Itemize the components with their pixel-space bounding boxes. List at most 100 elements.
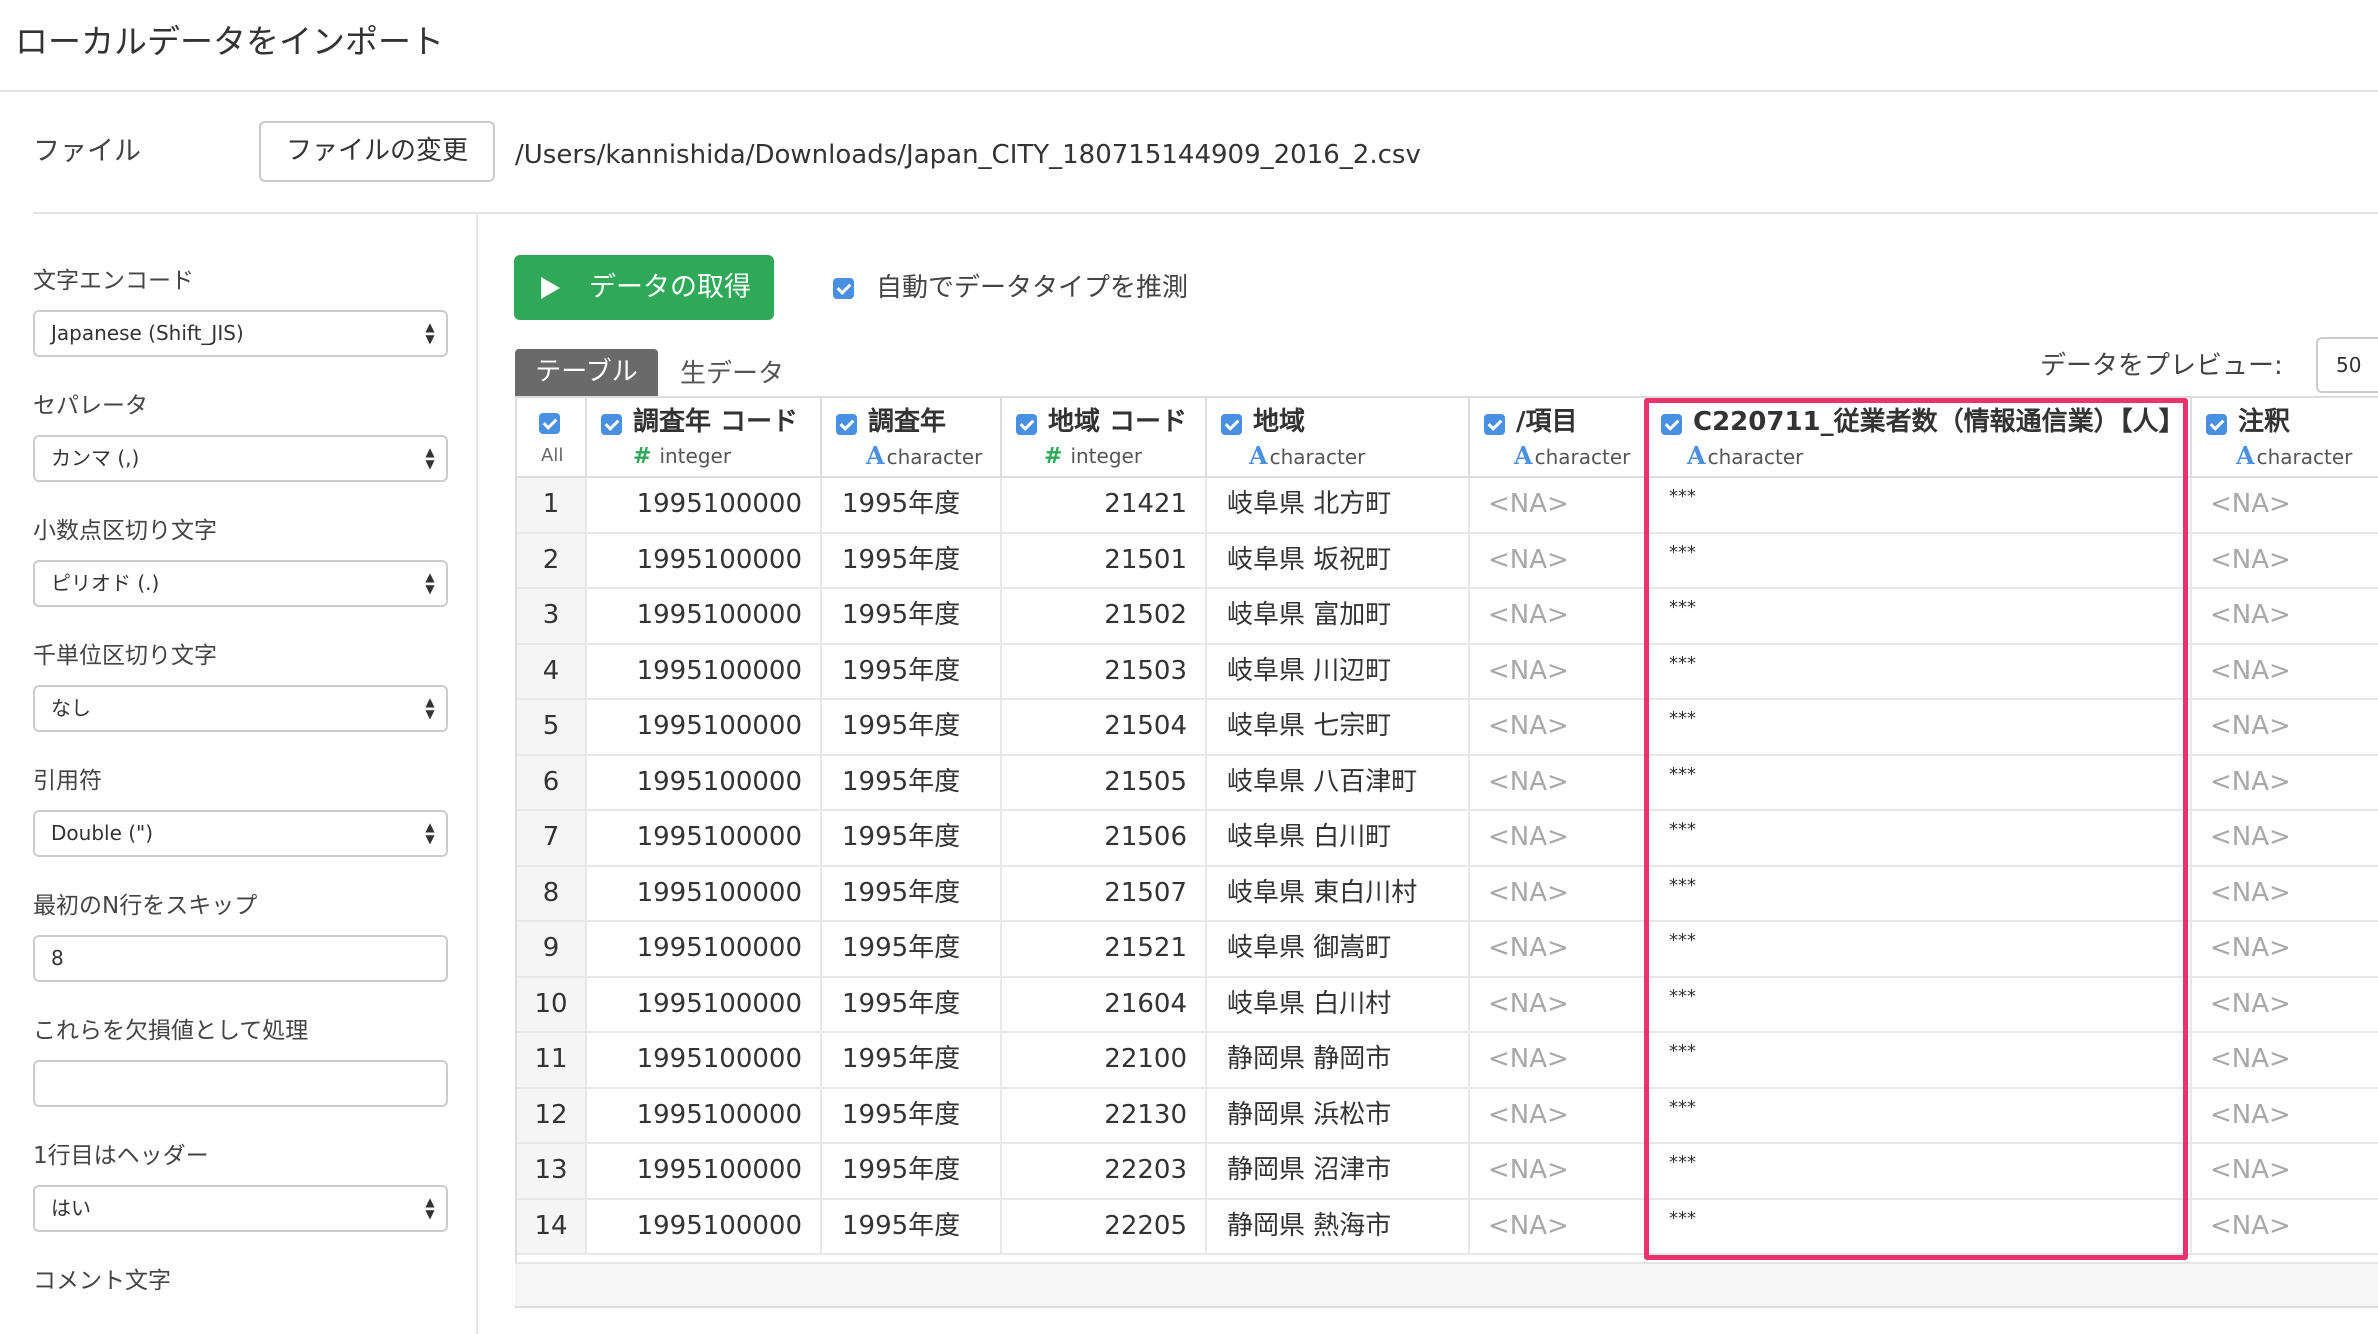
table-cell: 1995年度 xyxy=(822,1144,1002,1198)
table-cell: <NA> xyxy=(2192,867,2378,921)
table-cell: 1995年度 xyxy=(822,533,1002,587)
auto-guess-label: 自動でデータタイプを推測 xyxy=(876,273,1189,303)
table-cell: <NA> xyxy=(1470,1144,1647,1198)
auto-guess-checkbox[interactable] xyxy=(833,278,854,299)
table-row: 3 1995100000 1995年度 21502 岐阜県 富加町 <NA> *… xyxy=(517,589,2378,645)
table-cell: *** xyxy=(1647,1144,2192,1198)
table-row: 7 1995100000 1995年度 21506 岐阜県 白川町 <NA> *… xyxy=(517,811,2378,867)
table-cell: 1995年度 xyxy=(822,700,1002,754)
table-row: 13 1995100000 1995年度 22203 静岡県 沼津市 <NA> … xyxy=(517,1144,2378,1200)
table-cell: <NA> xyxy=(1470,533,1647,587)
column-checkbox[interactable] xyxy=(601,414,622,435)
quote-select[interactable]: Double (") ▲ ▼ xyxy=(33,810,448,857)
na-values-field: これらを欠損値として処理 xyxy=(33,1015,448,1107)
na-values-input[interactable] xyxy=(33,1060,448,1107)
change-file-button[interactable]: ファイルの変更 xyxy=(259,121,495,182)
column-header: /項目 Acharacter xyxy=(1470,398,1647,476)
table-cell: <NA> xyxy=(2192,1200,2378,1254)
title-divider xyxy=(0,90,2378,92)
column-name: 地域 xyxy=(1253,407,1306,437)
table-cell: 1995100000 xyxy=(587,755,822,809)
table-row: 2 1995100000 1995年度 21501 岐阜県 坂祝町 <NA> *… xyxy=(517,533,2378,589)
table-row: 4 1995100000 1995年度 21503 岐阜県 川辺町 <NA> *… xyxy=(517,644,2378,700)
row-number: 5 xyxy=(517,700,587,754)
column-checkbox[interactable] xyxy=(836,414,857,435)
table-cell: <NA> xyxy=(1470,977,1647,1031)
column-checkbox[interactable] xyxy=(1221,414,1242,435)
get-data-button[interactable]: データの取得 xyxy=(514,255,774,320)
table-cell: *** xyxy=(1647,811,2192,865)
column-header: 調査年 Acharacter xyxy=(822,398,1002,476)
column-header: 地域 Acharacter xyxy=(1207,398,1470,476)
data-preview-table: All 調査年 コード # integer 調査年 Acharacter 地域 コ… xyxy=(515,396,2378,1308)
table-cell: <NA> xyxy=(2192,1089,2378,1143)
column-type: Acharacter xyxy=(1514,442,1630,471)
column-checkbox[interactable] xyxy=(2206,414,2227,435)
decimal-select[interactable]: ピリオド (.) ▲ ▼ xyxy=(33,560,448,607)
column-type-label: integer xyxy=(659,444,732,468)
column-name: 注釈 xyxy=(2238,407,2291,437)
integer-type-icon: # xyxy=(1044,444,1063,469)
table-cell: 21521 xyxy=(1002,922,1207,976)
row-number: 3 xyxy=(517,589,587,643)
table-cell: <NA> xyxy=(2192,978,2378,1032)
table-cell: *** xyxy=(1647,1088,2192,1142)
thousands-select[interactable]: なし ▲ ▼ xyxy=(33,685,448,732)
select-all-checkbox[interactable] xyxy=(539,413,560,434)
table-cell: 1995年度 xyxy=(822,1033,1002,1087)
get-data-label: データの取得 xyxy=(589,272,751,303)
column-type: Acharacter xyxy=(2236,442,2352,471)
tab-raw-data[interactable]: 生データ xyxy=(680,354,784,394)
column-checkbox[interactable] xyxy=(1016,414,1037,435)
preview-count-input[interactable]: 50 xyxy=(2316,337,2378,393)
tab-table[interactable]: テーブル xyxy=(515,349,658,396)
row-number: 1 xyxy=(517,478,587,532)
row-number: 8 xyxy=(517,866,587,920)
table-cell: 1995100000 xyxy=(587,533,822,587)
table-cell: 1995年度 xyxy=(822,866,1002,920)
table-cell: 21502 xyxy=(1002,589,1207,643)
column-type-label: integer xyxy=(1070,444,1143,468)
thousands-field: 千単位区切り文字 なし ▲ ▼ xyxy=(33,640,448,732)
table-cell: 岐阜県 白川町 xyxy=(1207,811,1470,865)
row-number: 14 xyxy=(517,1199,587,1253)
select-all-header: All xyxy=(517,398,587,476)
table-cell: *** xyxy=(1647,700,2192,754)
table-cell: <NA> xyxy=(1470,1033,1647,1087)
thousands-label: 千単位区切り文字 xyxy=(33,643,217,669)
select-arrows-icon: ▲ ▼ xyxy=(425,820,435,846)
skip-rows-field: 最初のN行をスキップ 8 xyxy=(33,890,448,982)
table-cell: <NA> xyxy=(1470,478,1647,532)
row-number: 10 xyxy=(517,977,587,1031)
column-name: 調査年 コード xyxy=(633,407,799,437)
table-cell: 1995100000 xyxy=(587,866,822,920)
encoding-label: 文字エンコード xyxy=(33,268,194,294)
skip-rows-input[interactable]: 8 xyxy=(33,935,448,982)
table-cell: 1995100000 xyxy=(587,700,822,754)
select-arrows-icon: ▲ ▼ xyxy=(425,1195,435,1221)
character-type-icon: A xyxy=(1514,441,1533,470)
table-cell: 岐阜県 坂祝町 xyxy=(1207,533,1470,587)
table-cell: 21505 xyxy=(1002,755,1207,809)
header-value: はい xyxy=(51,1196,91,1220)
table-cell: 1995100000 xyxy=(587,644,822,698)
column-checkbox[interactable] xyxy=(1484,414,1505,435)
column-type: Acharacter xyxy=(1249,442,1365,471)
comment-field: コメント文字 xyxy=(33,1265,448,1297)
separator-select[interactable]: カンマ (,) ▲ ▼ xyxy=(33,435,448,482)
quote-value: Double (") xyxy=(51,821,154,845)
table-scroll-area[interactable] xyxy=(515,1262,2378,1308)
table-cell: 21507 xyxy=(1002,866,1207,920)
table-cell: 静岡県 沼津市 xyxy=(1207,1144,1470,1198)
table-cell: *** xyxy=(1647,589,2192,643)
table-cell: 1995年度 xyxy=(822,977,1002,1031)
table-row: 5 1995100000 1995年度 21504 岐阜県 七宗町 <NA> *… xyxy=(517,700,2378,756)
encoding-select[interactable]: Japanese (Shift_JIS) ▲ ▼ xyxy=(33,310,448,357)
row-number: 9 xyxy=(517,922,587,976)
column-checkbox[interactable] xyxy=(1661,414,1682,435)
header-select[interactable]: はい ▲ ▼ xyxy=(33,1185,448,1232)
table-cell: 1995年度 xyxy=(822,478,1002,532)
table-cell: *** xyxy=(1647,1199,2192,1253)
table-cell: *** xyxy=(1647,1033,2192,1087)
table-cell: 岐阜県 八百津町 xyxy=(1207,755,1470,809)
